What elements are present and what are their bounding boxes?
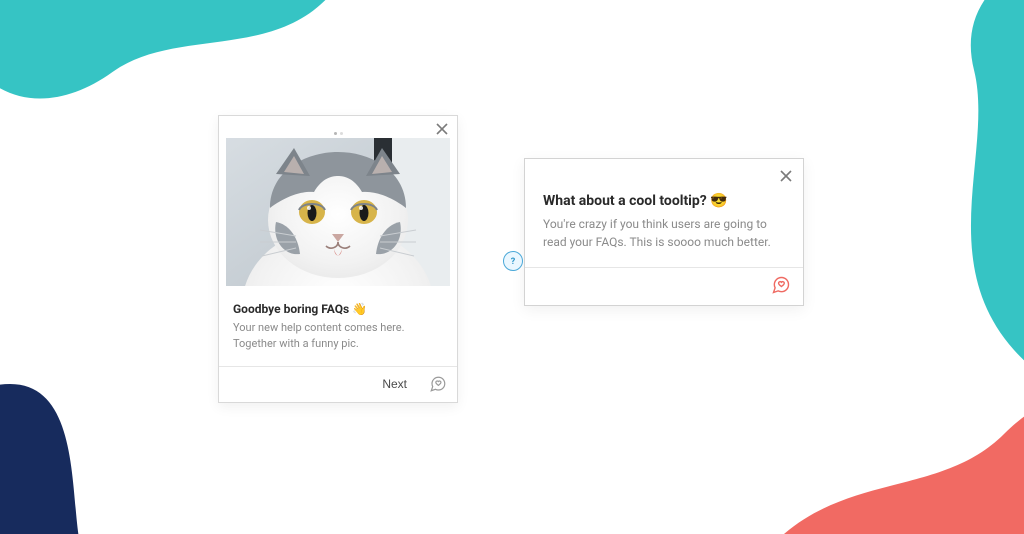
announcement-header [219,116,457,136]
close-icon [435,122,449,136]
close-button[interactable] [433,120,451,138]
pager-dot-active [334,132,337,135]
decorative-blob-teal-top [0,0,384,127]
tooltip-card: What about a cool tooltip? 😎 You're craz… [524,158,804,306]
question-icon: ? [507,255,519,267]
heart-bubble-icon [771,275,791,295]
decorative-blob-coral [704,294,1024,534]
svg-text:?: ? [511,257,516,267]
announcement-body: Goodbye boring FAQs 👋 Your new help cont… [219,286,457,366]
next-button[interactable]: Next [374,373,415,395]
tooltip-body: What about a cool tooltip? 😎 You're craz… [525,159,803,267]
pager-dot [340,132,343,135]
pager-dots [334,132,343,135]
close-icon [779,169,793,183]
help-trigger[interactable]: ? [503,251,523,271]
announcement-card: Goodbye boring FAQs 👋 Your new help cont… [218,115,458,403]
announcement-description: Your new help content comes here. Togeth… [233,320,443,352]
feedback-button[interactable] [771,275,791,299]
feedback-button[interactable] [429,375,447,393]
tooltip-footer [525,267,803,305]
heart-bubble-icon [429,375,447,393]
announcement-footer: Next [219,366,457,402]
announcement-title: Goodbye boring FAQs 👋 [233,302,443,316]
announcement-image [226,138,450,286]
tooltip-title: What about a cool tooltip? 😎 [543,193,785,209]
decorative-blob-navy [0,354,170,534]
close-button[interactable] [777,167,795,185]
tooltip-description: You're crazy if you think users are goin… [543,215,785,251]
